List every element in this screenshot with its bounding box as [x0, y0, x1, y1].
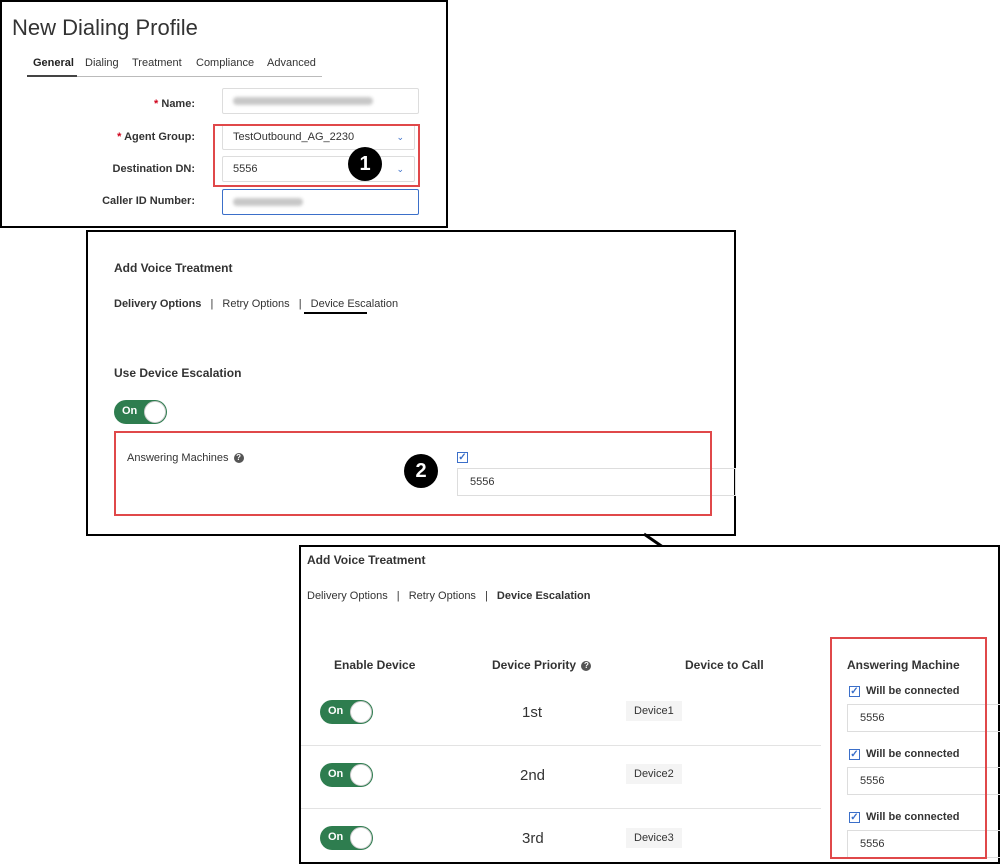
row-divider: [301, 745, 821, 746]
treatment-title: Add Voice Treatment: [307, 553, 426, 567]
voice-treatment-panel: Add Voice Treatment Delivery Options | R…: [86, 230, 736, 536]
col-enable-device: Enable Device: [334, 658, 416, 672]
nav-delivery-options[interactable]: Delivery Options: [307, 590, 388, 602]
row-divider: [301, 808, 821, 809]
toggle-label: On: [328, 831, 344, 843]
device-escalation-toggle[interactable]: On: [114, 400, 167, 424]
nav-delivery-options[interactable]: Delivery Options: [114, 298, 201, 310]
caller-id-label: Caller ID Number:: [102, 195, 195, 207]
question-circle-icon[interactable]: ?: [581, 660, 592, 671]
dialing-profile-panel: New Dialing Profile General Dialing Trea…: [0, 0, 448, 228]
col-device-priority-text: Device Priority: [492, 658, 577, 672]
nav-device-escalation[interactable]: Device Escalation: [497, 590, 591, 602]
toggle-knob: [350, 764, 372, 786]
nav-separator: |: [210, 298, 214, 310]
caller-id-field[interactable]: [222, 189, 419, 215]
tab-treatment[interactable]: Treatment: [132, 57, 182, 69]
agent-group-label: * Agent Group:: [62, 131, 195, 143]
destination-dn-label: Destination DN:: [112, 163, 196, 175]
device-to-call[interactable]: Device2: [626, 764, 682, 784]
treatment-nav: Delivery Options | Retry Options | Devic…: [307, 590, 590, 602]
nav-separator: |: [396, 590, 400, 602]
required-mark: *: [117, 131, 122, 143]
col-device-priority: Device Priority ?: [492, 658, 592, 672]
device-escalation-panel: Add Voice Treatment Delivery Options | R…: [299, 545, 1000, 864]
name-label-text: Name:: [161, 98, 195, 110]
highlight-box: [213, 124, 420, 187]
device-priority: 1st: [522, 704, 543, 721]
device-priority: 3rd: [522, 830, 544, 847]
tab-general[interactable]: General: [33, 57, 74, 69]
toggle-knob: [350, 701, 372, 723]
enable-device-toggle[interactable]: On: [320, 700, 373, 724]
callout-2: 2: [404, 454, 438, 488]
callout-1: 1: [348, 147, 382, 181]
enable-device-toggle[interactable]: On: [320, 826, 373, 850]
tab-dialing[interactable]: Dialing: [85, 57, 119, 69]
profile-tabs: General Dialing Treatment Compliance Adv…: [27, 57, 322, 77]
toggle-knob: [350, 827, 372, 849]
toggle-knob: [144, 401, 166, 423]
nav-separator: |: [485, 590, 488, 602]
toggle-label: On: [122, 405, 138, 417]
required-mark: *: [154, 98, 159, 110]
enable-device-toggle[interactable]: On: [320, 763, 373, 787]
blurred-value: [233, 97, 373, 105]
blurred-value: [233, 198, 303, 206]
nav-separator: |: [298, 298, 302, 310]
agent-group-label-text: Agent Group:: [124, 131, 195, 143]
highlight-box: [830, 637, 987, 859]
tab-advanced[interactable]: Advanced: [267, 57, 316, 69]
treatment-title: Add Voice Treatment: [114, 261, 233, 275]
device-to-call[interactable]: Device3: [626, 828, 682, 848]
device-to-call[interactable]: Device1: [626, 701, 682, 721]
active-nav-underline: [304, 312, 367, 314]
nav-retry-options[interactable]: Retry Options: [409, 590, 476, 602]
toggle-label: On: [328, 768, 344, 780]
treatment-nav: Delivery Options | Retry Options | Devic…: [114, 298, 398, 310]
device-priority: 2nd: [520, 767, 546, 784]
nav-device-escalation[interactable]: Device Escalation: [311, 298, 398, 310]
page-title: New Dialing Profile: [12, 15, 198, 40]
nav-retry-options[interactable]: Retry Options: [222, 298, 289, 310]
section-title: Use Device Escalation: [114, 366, 242, 380]
col-device-to-call: Device to Call: [685, 658, 764, 672]
active-tab-indicator: [27, 75, 77, 77]
toggle-label: On: [328, 705, 344, 717]
name-field[interactable]: [222, 88, 419, 114]
tab-compliance[interactable]: Compliance: [196, 57, 254, 69]
name-label: * Name:: [62, 98, 195, 110]
